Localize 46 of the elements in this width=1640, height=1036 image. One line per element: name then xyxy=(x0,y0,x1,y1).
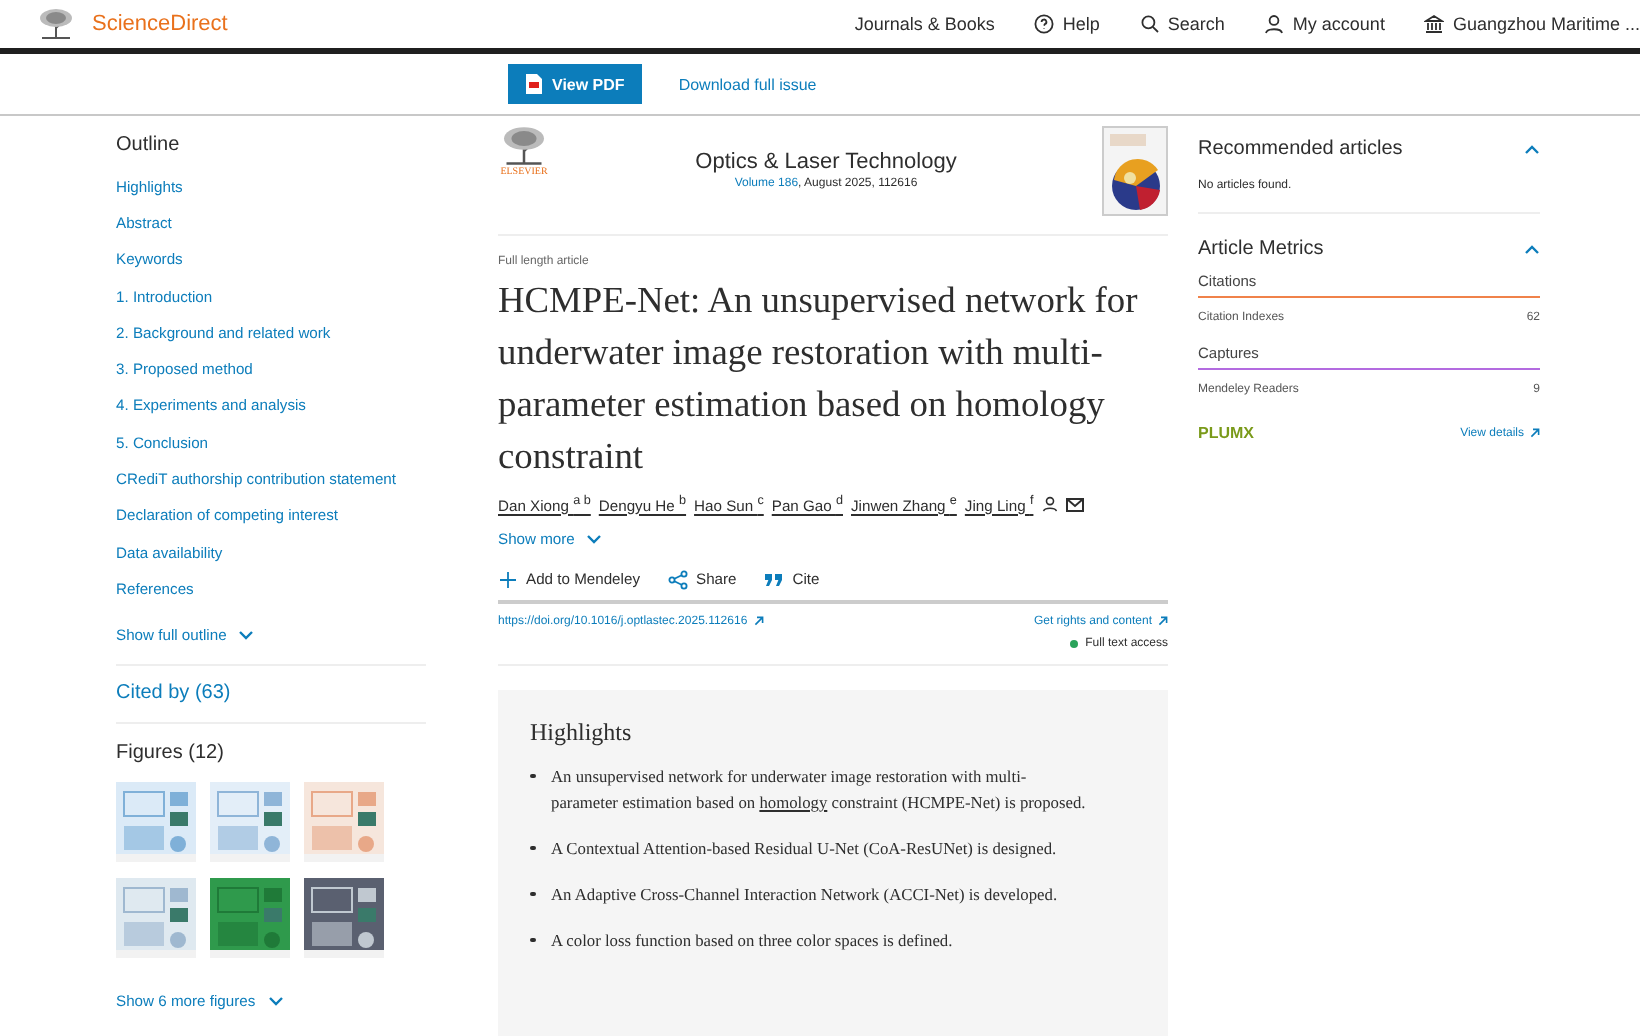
journal-title[interactable]: Optics & Laser Technology xyxy=(695,150,957,174)
external-link-icon xyxy=(753,616,764,627)
nav-link[interactable]: Help xyxy=(1034,14,1100,34)
brand-name[interactable]: ScienceDirect xyxy=(92,12,228,36)
chevron-down-icon[interactable] xyxy=(238,630,255,641)
highlight-text: An Adaptive Cross-Channel Interaction Network (ACCI-Net) is developed. xyxy=(551,883,1060,908)
plus-icon xyxy=(498,569,518,590)
term-link[interactable]: homology xyxy=(759,793,828,812)
highlight-text: An unsupervised network for underwater image restoration with multi-parameter estimation based on homology constraint (HCMPE-Net) is proposed. xyxy=(551,765,1088,816)
chevron-down-icon[interactable] xyxy=(267,996,284,1007)
institution-icon xyxy=(1424,14,1445,34)
highlight-text: A Contextual Attention-based Residual U-Net (CoA-ResUNet) is designed. xyxy=(551,837,1059,862)
status-dot-icon xyxy=(1069,639,1078,648)
chevron-up-icon[interactable] xyxy=(1524,243,1540,253)
nav-link[interactable]: Journals & Books xyxy=(854,14,995,34)
help-icon xyxy=(1034,14,1055,34)
chevron-up-icon[interactable] xyxy=(1524,143,1540,153)
person-icon xyxy=(1264,14,1285,34)
nav-link[interactable]: My account xyxy=(1264,14,1385,34)
recommended-title: Recommended articles xyxy=(1198,137,1403,159)
elsevier-tree-icon xyxy=(498,126,550,166)
bullet-icon xyxy=(530,845,535,851)
highlights-title: Highlights xyxy=(530,717,634,748)
nav-link[interactable]: Search xyxy=(1139,14,1225,34)
logo-icon xyxy=(36,8,76,40)
chevron-down-icon[interactable] xyxy=(586,534,603,545)
download-link[interactable]: Download full issue xyxy=(678,75,817,93)
figures-title: Figures (12) xyxy=(116,741,226,764)
quote-icon xyxy=(764,569,785,590)
highlight-text: A color loss function based on three color spaces is defined. xyxy=(551,929,955,954)
pdf-icon xyxy=(526,74,542,94)
bullet-icon xyxy=(530,891,535,897)
search-icon xyxy=(1139,14,1160,34)
external-link-icon xyxy=(1158,616,1168,627)
outline-title: Outline xyxy=(116,134,182,156)
cited-by-link[interactable]: Cited by (63) xyxy=(116,665,426,722)
share-icon xyxy=(668,569,688,590)
plumx-logo: PLUMX xyxy=(1198,424,1254,442)
bullet-icon xyxy=(530,773,535,779)
article-title: HCMPE-Net: An unsupervised network for underwater image restoration with multi-parameter estimation based on homology constraint xyxy=(498,278,1140,480)
bullet-icon xyxy=(530,937,535,943)
view-pdf-button[interactable]: View PDF xyxy=(508,64,643,104)
external-link-icon xyxy=(1530,428,1540,438)
mail-icon[interactable] xyxy=(1065,497,1084,512)
nav-link[interactable]: Guangzhou Maritime ... xyxy=(1424,14,1640,34)
metrics-title: Article Metrics xyxy=(1198,237,1324,259)
